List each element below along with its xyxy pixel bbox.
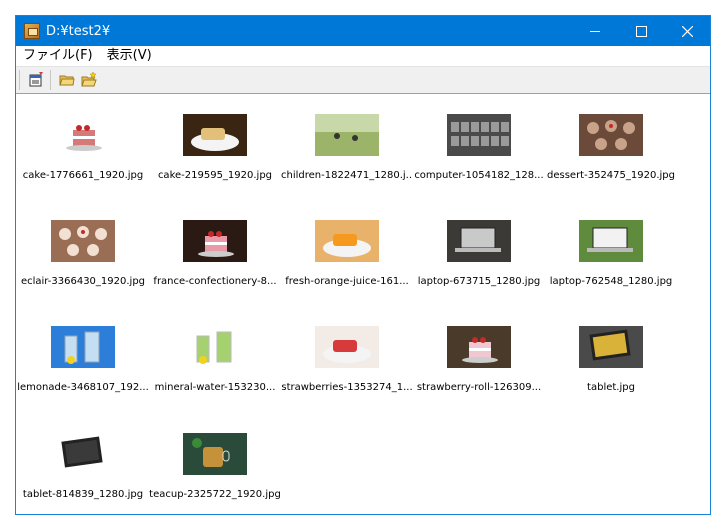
file-item[interactable]: tablet-814839_1280.jpg	[17, 427, 149, 500]
file-name-label: computer-1054182_128...	[414, 170, 544, 181]
file-item[interactable]: cake-1776661_1920.jpg	[17, 108, 149, 181]
file-thumbnail[interactable]	[579, 114, 643, 156]
file-thumbnail[interactable]	[447, 114, 511, 156]
close-button[interactable]	[664, 16, 710, 46]
menu-view[interactable]: 表示(V)	[100, 46, 159, 66]
file-thumbnail[interactable]	[447, 326, 511, 368]
file-item[interactable]: mineral-water-153230...	[149, 320, 281, 393]
file-item[interactable]: strawberries-1353274_1...	[281, 320, 413, 393]
close-icon	[681, 25, 693, 37]
file-thumbnail[interactable]	[51, 433, 115, 475]
file-thumbnail[interactable]	[51, 114, 115, 156]
new-folder-icon	[81, 72, 97, 87]
menu-file[interactable]: ファイル(F)	[16, 46, 100, 66]
file-name-label: cake-219595_1920.jpg	[157, 170, 273, 181]
file-thumbnail[interactable]	[447, 220, 511, 262]
file-item[interactable]: france-confectionery-8...	[149, 214, 281, 287]
file-item[interactable]: laptop-762548_1280.jpg	[545, 214, 677, 287]
file-item[interactable]: laptop-673715_1280.jpg	[413, 214, 545, 287]
properties-icon	[29, 72, 43, 87]
file-thumbnail[interactable]	[183, 114, 247, 156]
file-name-label: dessert-352475_1920.jpg	[547, 170, 675, 181]
file-grid: cake-1776661_1920.jpg cake-219595_1920.jp…	[16, 94, 710, 514]
file-thumbnail[interactable]	[579, 326, 643, 368]
maximize-icon	[635, 25, 647, 37]
maximize-button[interactable]	[618, 16, 664, 46]
file-thumbnail[interactable]	[183, 433, 247, 475]
open-folder-button[interactable]	[56, 69, 78, 91]
file-item[interactable]: teacup-2325722_1920.jpg	[149, 427, 281, 500]
file-item[interactable]: cake-219595_1920.jpg	[149, 108, 281, 181]
file-name-label: laptop-762548_1280.jpg	[549, 276, 673, 287]
properties-button[interactable]	[25, 69, 47, 91]
new-folder-button[interactable]	[78, 69, 100, 91]
toolbar-separator	[19, 70, 20, 90]
file-name-label: teacup-2325722_1920.jpg	[149, 489, 281, 500]
file-item[interactable]: strawberry-roll-126309...	[413, 320, 545, 393]
file-name-label: cake-1776661_1920.jpg	[22, 170, 144, 181]
toolbar-separator	[50, 70, 51, 90]
file-name-label: lemonade-3468107_192...	[17, 382, 149, 393]
file-name-label: children-1822471_1280.j...	[281, 170, 413, 181]
file-thumbnail[interactable]	[315, 114, 379, 156]
file-name-label: laptop-673715_1280.jpg	[417, 276, 541, 287]
file-name-label: strawberry-roll-126309...	[416, 382, 542, 393]
file-name-label: tablet.jpg	[587, 382, 635, 393]
toolbar	[16, 66, 710, 94]
file-name-label: fresh-orange-juice-161...	[285, 276, 409, 287]
menu-bar: ファイル(F) 表示(V)	[16, 46, 710, 66]
file-thumbnail[interactable]	[315, 326, 379, 368]
file-thumbnail[interactable]	[183, 326, 247, 368]
app-icon[interactable]	[24, 23, 40, 39]
open-folder-icon	[59, 75, 75, 86]
file-name-label: eclair-3366430_1920.jpg	[20, 276, 146, 287]
app-window: D:¥test2¥ ファイル(F) 表示(V) cake-1776661_192…	[15, 15, 711, 515]
file-name-label: tablet-814839_1280.jpg	[22, 489, 144, 500]
title-bar[interactable]: D:¥test2¥	[16, 16, 710, 46]
file-thumbnail[interactable]	[51, 220, 115, 262]
file-item[interactable]: children-1822471_1280.j...	[281, 108, 413, 181]
file-name-label: mineral-water-153230...	[154, 382, 276, 393]
window-title: D:¥test2¥	[46, 23, 111, 39]
minimize-icon	[590, 30, 600, 32]
file-item[interactable]: eclair-3366430_1920.jpg	[17, 214, 149, 287]
file-item[interactable]: tablet.jpg	[545, 320, 677, 393]
file-thumbnail[interactable]	[315, 220, 379, 262]
file-thumbnail[interactable]	[183, 220, 247, 262]
file-item[interactable]: lemonade-3468107_192...	[17, 320, 149, 393]
file-thumbnail[interactable]	[579, 220, 643, 262]
file-item[interactable]: computer-1054182_128...	[413, 108, 545, 181]
file-thumbnail[interactable]	[51, 326, 115, 368]
file-name-label: france-confectionery-8...	[153, 276, 277, 287]
file-item[interactable]: dessert-352475_1920.jpg	[545, 108, 677, 181]
file-item[interactable]: fresh-orange-juice-161...	[281, 214, 413, 287]
file-name-label: strawberries-1353274_1...	[281, 382, 413, 393]
minimize-button[interactable]	[572, 16, 618, 46]
